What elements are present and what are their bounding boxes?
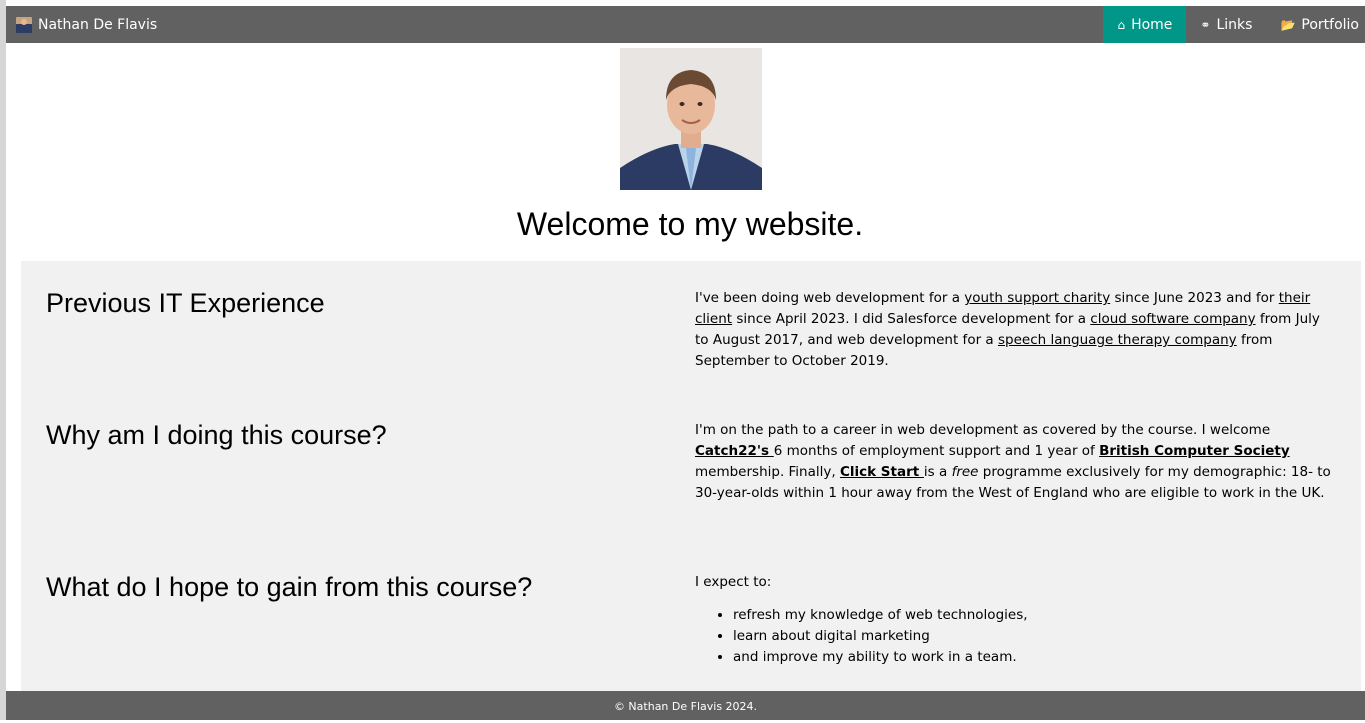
british-computer-society-link[interactable]: British Computer Society: [1099, 443, 1290, 459]
why-text-part: I'm on the path to a career in web devel…: [695, 422, 1271, 438]
youth-support-charity-link[interactable]: youth support charity: [964, 290, 1110, 306]
footer: © Nathan De Flavis 2024.: [6, 691, 1365, 720]
nav-portfolio-label: Portfolio: [1301, 16, 1359, 33]
folder-open-icon: 📂: [1280, 17, 1296, 32]
experience-text-part: since April 2023. I did Salesforce devel…: [732, 311, 1091, 327]
nav-links-item[interactable]: ⚭ Links: [1186, 6, 1266, 43]
nav-links-label: Links: [1216, 16, 1253, 33]
link-icon: ⚭: [1200, 17, 1211, 32]
why-text: I'm on the path to a career in web devel…: [695, 420, 1335, 504]
content-panel: Previous IT Experience I've been doing w…: [21, 261, 1361, 691]
nav-portfolio[interactable]: 📂 Portfolio: [1266, 6, 1365, 43]
cloud-software-company-link[interactable]: cloud software company: [1090, 311, 1255, 327]
nav-home[interactable]: ⌂ Home: [1103, 6, 1187, 43]
experience-text-part: since June 2023 and for: [1110, 290, 1279, 306]
gain-intro: I expect to:: [695, 574, 772, 590]
list-item: and improve my ability to work in a team…: [733, 647, 1335, 668]
avatar-icon: [16, 16, 32, 33]
free-emphasis: free: [951, 464, 979, 480]
list-item: learn about digital marketing: [733, 626, 1335, 647]
page-title: Welcome to my website.: [516, 206, 864, 242]
experience-heading: Previous IT Experience: [46, 288, 325, 318]
gain-heading: What do I hope to gain from this course?: [46, 572, 533, 602]
experience-text-part: I've been doing web development for a: [695, 290, 965, 306]
footer-text: © Nathan De Flavis 2024.: [613, 700, 758, 713]
nav-links: ⌂ Home ⚭ Links 📂 Portfolio: [1103, 6, 1365, 43]
brand-link[interactable]: Nathan De Flavis: [6, 6, 157, 43]
nav-home-label: Home: [1131, 16, 1173, 33]
catch22-link[interactable]: Catch22's: [695, 443, 774, 459]
why-text-part: 6 months of employment support and 1 yea…: [773, 443, 1100, 459]
brand-name: Nathan De Flavis: [38, 16, 158, 33]
gain-text: I expect to: refresh my knowledge of web…: [695, 572, 1335, 668]
click-start-link[interactable]: Click Start: [840, 464, 924, 480]
experience-text: I've been doing web development for a yo…: [695, 288, 1335, 372]
why-text-part: membership. Finally,: [695, 464, 840, 480]
why-heading: Why am I doing this course?: [46, 420, 387, 450]
why-text-part: is a: [923, 464, 952, 480]
top-navbar: Nathan De Flavis ⌂ Home ⚭ Links 📂 Portfo…: [6, 6, 1365, 43]
list-item: refresh my knowledge of web technologies…: [733, 605, 1335, 626]
speech-language-therapy-link[interactable]: speech language therapy company: [998, 332, 1237, 348]
profile-photo: [620, 48, 762, 190]
home-icon: ⌂: [1117, 17, 1126, 32]
profile-photo-illustration: [620, 48, 762, 190]
gain-list: refresh my knowledge of web technologies…: [695, 605, 1335, 668]
